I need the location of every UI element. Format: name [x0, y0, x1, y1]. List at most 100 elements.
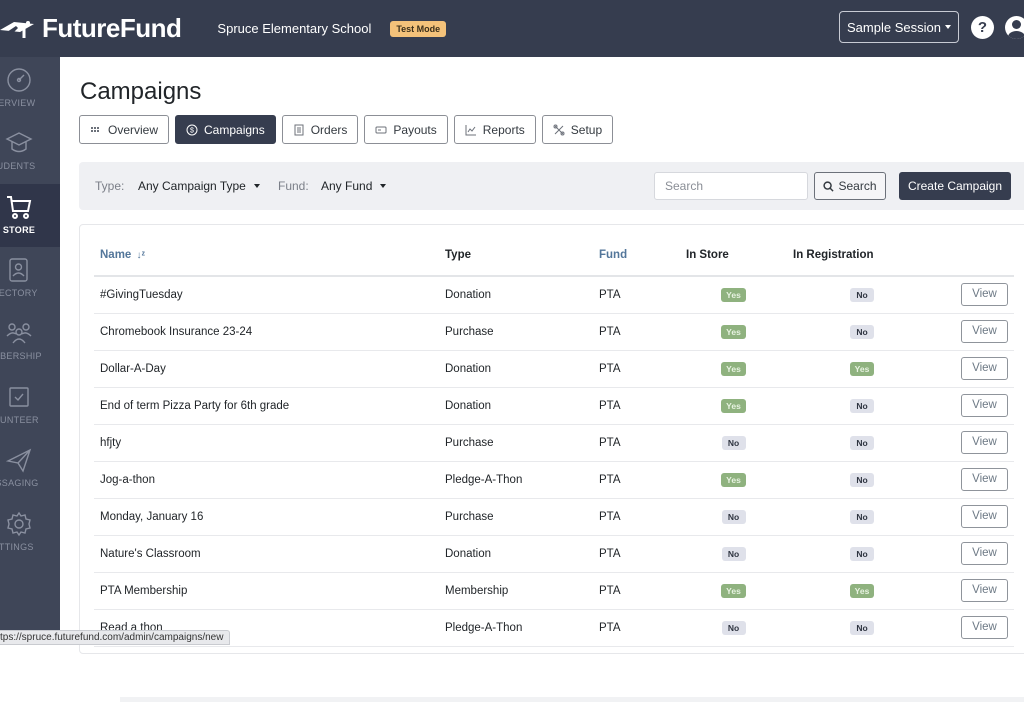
- tab-label: Payouts: [393, 123, 436, 137]
- view-button[interactable]: View: [961, 468, 1008, 491]
- sidebar-item-directory[interactable]: DIRECTORY: [0, 247, 60, 310]
- brand-logo[interactable]: FutureFund: [0, 0, 181, 57]
- dashboard-gauge-icon: [5, 66, 33, 94]
- campaign-name: Jog-a-thon: [94, 461, 439, 498]
- contact-book-icon: [5, 256, 33, 284]
- view-button[interactable]: View: [961, 283, 1008, 306]
- tab-reports[interactable]: Reports: [454, 115, 536, 144]
- row-actions: View: [937, 350, 1014, 387]
- view-button[interactable]: View: [961, 320, 1008, 343]
- in-registration-cell: No: [787, 461, 937, 498]
- sidebar: OVERVIEW STUDENTS STORE DIRECTORY MEMBER…: [0, 57, 60, 645]
- row-actions: View: [937, 535, 1014, 572]
- campaigns-table-card: Name ↓ᶻ Type Fund In Store In Registrati…: [79, 224, 1024, 654]
- campaign-type: Pledge-A-Thon: [439, 461, 593, 498]
- gear-icon: [5, 510, 33, 538]
- campaign-fund: PTA: [593, 535, 680, 572]
- campaign-type: Donation: [439, 387, 593, 424]
- type-filter-dropdown[interactable]: Any Campaign Type: [138, 179, 260, 193]
- in-store-badge: No: [722, 436, 746, 450]
- table-row: Nature's ClassroomDonationPTANoNoView: [94, 535, 1014, 572]
- row-actions: View: [937, 276, 1014, 313]
- campaign-type: Purchase: [439, 498, 593, 535]
- fund-filter-dropdown[interactable]: Any Fund: [321, 179, 386, 193]
- table-row: hfjtyPurchasePTANoNoView: [94, 424, 1014, 461]
- view-button[interactable]: View: [961, 394, 1008, 417]
- campaign-name: Chromebook Insurance 23-24: [94, 313, 439, 350]
- view-button[interactable]: View: [961, 616, 1008, 639]
- session-dropdown-button[interactable]: Sample Session: [839, 11, 959, 43]
- in-registration-cell: No: [787, 609, 937, 646]
- column-header-type: Type: [439, 235, 593, 276]
- in-registration-badge: No: [850, 436, 874, 450]
- sidebar-item-overview[interactable]: OVERVIEW: [0, 57, 60, 120]
- in-registration-cell: Yes: [787, 572, 937, 609]
- view-button[interactable]: View: [961, 431, 1008, 454]
- table-row: Dollar-A-DayDonationPTAYesYesView: [94, 350, 1014, 387]
- tab-setup[interactable]: Setup: [542, 115, 613, 144]
- in-registration-badge: No: [850, 288, 874, 302]
- view-button[interactable]: View: [961, 579, 1008, 602]
- campaign-name: #GivingTuesday: [94, 276, 439, 313]
- fund-filter-label: Fund:: [278, 179, 309, 193]
- receipt-icon: [293, 124, 305, 136]
- create-campaign-button[interactable]: Create Campaign: [899, 172, 1011, 200]
- caret-down-icon: [380, 184, 386, 188]
- sidebar-item-volunteer[interactable]: VOLUNTEER: [0, 374, 60, 437]
- in-store-cell: Yes: [680, 276, 787, 313]
- column-header-in-registration: In Registration: [787, 235, 937, 276]
- tab-orders[interactable]: Orders: [282, 115, 359, 144]
- tab-payouts[interactable]: Payouts: [364, 115, 447, 144]
- in-store-cell: No: [680, 535, 787, 572]
- search-input[interactable]: [654, 172, 808, 200]
- column-header-name[interactable]: Name ↓ᶻ: [94, 235, 439, 276]
- sidebar-item-membership[interactable]: MEMBERSHIP: [0, 310, 60, 373]
- campaign-type: Donation: [439, 350, 593, 387]
- campaign-fund: PTA: [593, 276, 680, 313]
- view-button[interactable]: View: [961, 505, 1008, 528]
- browser-status-url: tps://spruce.futurefund.com/admin/campai…: [0, 630, 230, 645]
- sidebar-item-messaging[interactable]: MESSAGING: [0, 437, 60, 500]
- sidebar-label: VOLUNTEER: [0, 415, 60, 425]
- sidebar-item-students[interactable]: STUDENTS: [0, 120, 60, 183]
- in-store-cell: Yes: [680, 313, 787, 350]
- graduation-cap-logo-icon: [0, 16, 36, 42]
- sidebar-label: STORE: [0, 225, 49, 235]
- filter-bar: Type: Any Campaign Type Fund: Any Fund S…: [79, 162, 1024, 210]
- campaign-name: hfjty: [94, 424, 439, 461]
- user-circle-icon[interactable]: [1005, 16, 1024, 39]
- view-button[interactable]: View: [961, 357, 1008, 380]
- in-registration-cell: No: [787, 276, 937, 313]
- in-store-cell: Yes: [680, 572, 787, 609]
- tab-overview[interactable]: Overview: [79, 115, 169, 144]
- sort-alpha-down-icon: ↓ᶻ: [137, 250, 146, 261]
- fund-filter-value: Any Fund: [321, 179, 372, 193]
- tab-campaigns[interactable]: $ Campaigns: [175, 115, 276, 144]
- in-store-badge: Yes: [721, 584, 746, 598]
- in-registration-cell: No: [787, 387, 937, 424]
- column-header-label: Name: [100, 249, 131, 261]
- in-store-badge: No: [722, 547, 746, 561]
- in-registration-badge: No: [850, 621, 874, 635]
- table-header-row: Name ↓ᶻ Type Fund In Store In Registrati…: [94, 235, 1014, 276]
- table-row: Jog-a-thonPledge-A-ThonPTAYesNoView: [94, 461, 1014, 498]
- sidebar-item-settings[interactable]: SETTINGS: [0, 501, 60, 564]
- sidebar-label: MEMBERSHIP: [0, 351, 60, 361]
- tab-label: Reports: [483, 123, 525, 137]
- column-header-actions: [937, 235, 1014, 276]
- in-store-cell: No: [680, 609, 787, 646]
- campaigns-table: Name ↓ᶻ Type Fund In Store In Registrati…: [94, 235, 1014, 647]
- campaign-name: PTA Membership: [94, 572, 439, 609]
- view-button[interactable]: View: [961, 542, 1008, 565]
- question-circle-icon[interactable]: ?: [971, 16, 994, 39]
- tab-label: Campaigns: [204, 123, 265, 137]
- campaign-fund: PTA: [593, 350, 680, 387]
- column-header-fund[interactable]: Fund: [593, 235, 680, 276]
- in-store-badge: Yes: [721, 325, 746, 339]
- table-row: Chromebook Insurance 23-24PurchasePTAYes…: [94, 313, 1014, 350]
- sidebar-item-store[interactable]: STORE: [0, 184, 60, 247]
- in-registration-badge: No: [850, 325, 874, 339]
- tab-label: Overview: [108, 123, 158, 137]
- search-button[interactable]: Search: [814, 172, 886, 200]
- brand-name: FutureFund: [42, 13, 181, 44]
